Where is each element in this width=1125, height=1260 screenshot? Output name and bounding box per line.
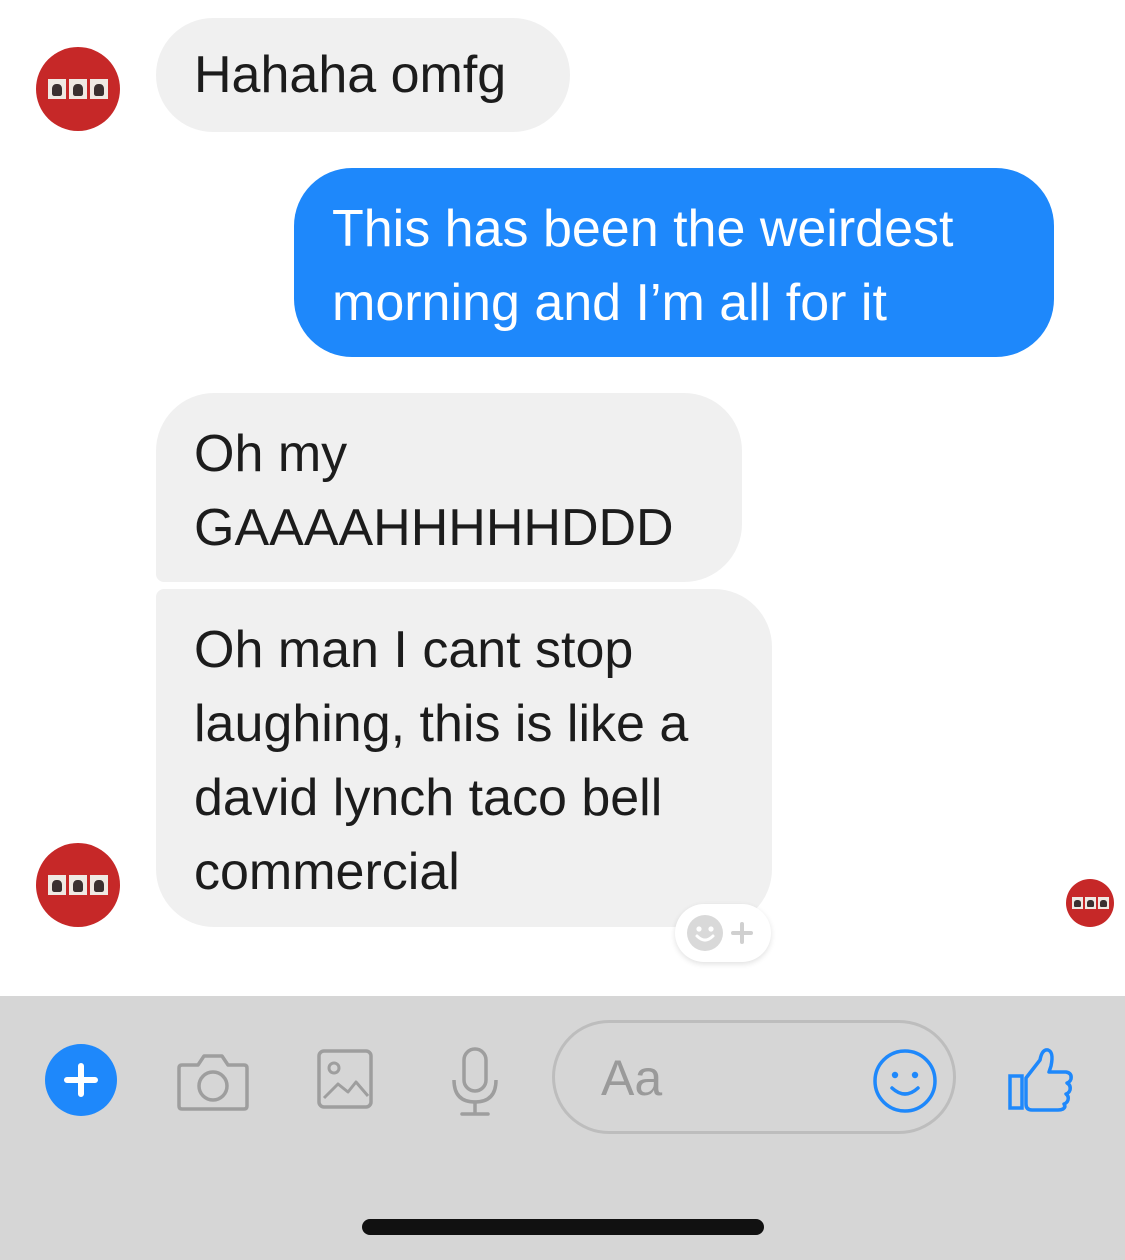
gallery-button[interactable] (316, 1048, 374, 1110)
message-bubble-incoming[interactable]: Oh man I cant stop laughing, this is lik… (156, 589, 772, 927)
gallery-icon (317, 1049, 373, 1109)
camera-icon (177, 1054, 249, 1111)
contact-avatar[interactable] (36, 843, 120, 927)
messenger-screen: Hahaha omfg This has been the weirdest m… (0, 0, 1125, 1260)
camera-button[interactable] (176, 1046, 250, 1116)
message-bubble-incoming[interactable]: Hahaha omfg (156, 18, 570, 132)
voice-message-button[interactable] (448, 1046, 502, 1118)
message-input-placeholder: Aa (601, 1050, 663, 1106)
add-reaction-button[interactable] (675, 904, 771, 962)
microphone-icon (452, 1047, 498, 1116)
add-reaction-icon (687, 915, 753, 951)
contact-avatar[interactable] (36, 47, 120, 131)
thumbs-up-icon (1008, 1048, 1073, 1112)
more-actions-button[interactable] (45, 1044, 117, 1116)
message-bubble-outgoing[interactable]: This has been the weirdest morning and I… (294, 168, 1054, 357)
home-indicator[interactable] (362, 1219, 764, 1235)
avatar-photo-strip (48, 875, 108, 895)
conversation-thread[interactable]: Hahaha omfg This has been the weirdest m… (0, 0, 1125, 996)
like-button[interactable] (1006, 1044, 1076, 1114)
avatar-photo-strip (48, 79, 108, 99)
message-bubble-incoming[interactable]: Oh my GAAAAHHHHHDDD (156, 393, 742, 582)
avatar-photo-strip (1071, 897, 1109, 909)
emoji-button[interactable] (872, 1048, 938, 1114)
plus-icon (64, 1063, 98, 1097)
read-receipt-avatar (1066, 879, 1114, 927)
smiley-icon (873, 1049, 937, 1113)
